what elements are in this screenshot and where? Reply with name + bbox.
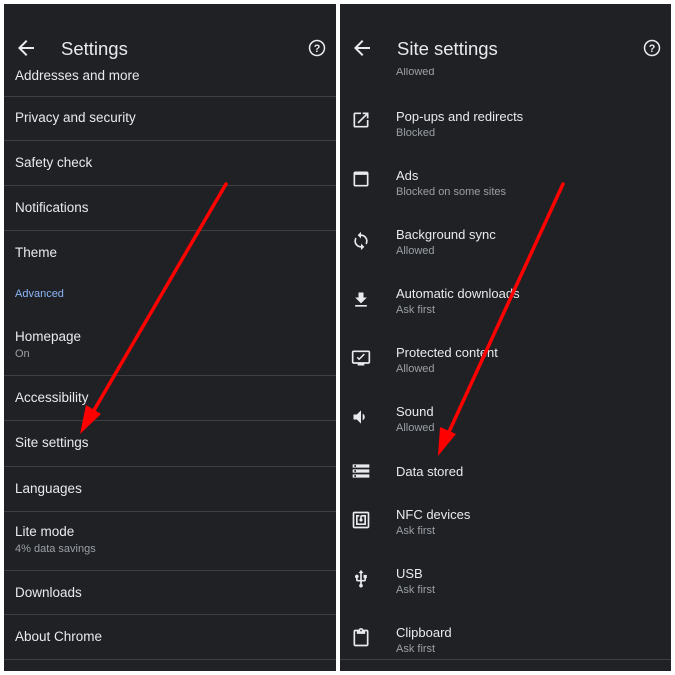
- site-setting-label: USB: [396, 566, 423, 581]
- page-title: Site settings: [397, 38, 498, 59]
- site-setting-usb[interactable]: USB Ask first: [340, 553, 671, 612]
- back-arrow-icon[interactable]: [14, 36, 38, 60]
- site-setting-subtitle: Ask first: [396, 584, 436, 596]
- svg-text:?: ?: [314, 43, 321, 55]
- settings-item-label: Lite mode: [15, 524, 75, 539]
- section-header-label: Advanced: [15, 288, 64, 300]
- site-setting-subtitle: Ask first: [396, 304, 436, 316]
- section-header-advanced: Advanced: [4, 282, 336, 306]
- settings-item-safety-check[interactable]: Safety check: [4, 141, 336, 185]
- site-setting-background-sync[interactable]: Background sync Allowed: [340, 214, 671, 273]
- site-setting-label: Data stored: [396, 464, 464, 479]
- app-bar: Settings ?: [4, 4, 336, 68]
- settings-item-subtitle: 4% data savings: [15, 543, 96, 555]
- site-setting-label: Pop-ups and redirects: [396, 109, 524, 124]
- site-setting-label: Ads: [396, 168, 419, 183]
- site-setting-nfc-devices[interactable]: NFC devices Ask first: [340, 494, 671, 553]
- clipboard-icon: [353, 628, 369, 647]
- site-setting-label: Sound: [396, 404, 434, 419]
- nfc-icon: [352, 511, 370, 529]
- ads-window-icon: [353, 171, 369, 187]
- settings-item-privacy[interactable]: Privacy and security: [4, 97, 336, 140]
- site-settings-screen: Site settings ? Allowed Pop-ups and redi…: [340, 4, 671, 671]
- site-setting-automatic-downloads[interactable]: Automatic downloads Ask first: [340, 273, 671, 332]
- settings-item-label: Languages: [15, 481, 82, 496]
- settings-item-label: Site settings: [15, 435, 89, 450]
- settings-item-label: Privacy and security: [15, 110, 136, 125]
- site-setting-popups[interactable]: Pop-ups and redirects Blocked: [340, 96, 671, 155]
- settings-item-label: Homepage: [15, 329, 82, 344]
- site-setting-subtitle: Ask first: [396, 525, 436, 537]
- site-setting-protected-content[interactable]: Protected content Allowed: [340, 332, 671, 391]
- site-setting-ads[interactable]: Ads Blocked on some sites: [340, 155, 671, 214]
- settings-screen: Settings ? Addresses and more Privacy an…: [4, 4, 336, 671]
- settings-item-label: Accessibility: [15, 390, 89, 405]
- settings-item-downloads[interactable]: Downloads: [4, 571, 336, 614]
- download-icon: [355, 292, 367, 307]
- help-icon[interactable]: ?: [308, 39, 326, 57]
- app-bar: Site settings ?: [340, 4, 671, 68]
- site-setting-subtitle: Blocked: [396, 127, 436, 139]
- settings-item-accessibility[interactable]: Accessibility: [4, 376, 336, 420]
- site-setting-data-stored[interactable]: Data stored: [340, 450, 671, 494]
- site-setting-subtitle: Allowed: [396, 422, 435, 434]
- settings-item-languages[interactable]: Languages: [4, 467, 336, 511]
- settings-item-subtitle: On: [15, 348, 30, 360]
- volume-icon: [353, 410, 365, 424]
- settings-item-label: Downloads: [15, 585, 82, 600]
- settings-item-about-chrome[interactable]: About Chrome: [4, 615, 336, 659]
- storage-icon: [352, 464, 370, 478]
- settings-item-label: Theme: [15, 245, 58, 260]
- settings-item-label: Safety check: [15, 155, 93, 170]
- svg-text:?: ?: [649, 43, 656, 55]
- site-setting-label: NFC devices: [396, 507, 471, 522]
- settings-item-label: About Chrome: [15, 629, 103, 644]
- page-title: Settings: [61, 38, 128, 59]
- open-in-new-icon: [353, 112, 369, 128]
- site-setting-subtitle: Blocked on some sites: [396, 186, 507, 198]
- settings-item-lite-mode[interactable]: Lite mode 4% data savings: [4, 512, 336, 570]
- settings-item-site-settings[interactable]: Site settings: [4, 421, 336, 466]
- settings-item-label: Addresses and more: [15, 68, 140, 83]
- site-setting-subtitle: Allowed: [396, 245, 435, 257]
- site-setting-label: Automatic downloads: [396, 286, 520, 301]
- site-setting-subtitle: Ask first: [396, 643, 436, 655]
- sync-icon: [354, 231, 368, 251]
- settings-item-label: Notifications: [15, 200, 89, 215]
- divider: [340, 659, 671, 660]
- back-arrow-icon[interactable]: [350, 36, 374, 60]
- settings-item-theme[interactable]: Theme: [4, 231, 336, 275]
- site-setting-subtitle: Allowed: [396, 363, 435, 375]
- divider: [4, 659, 336, 660]
- usb-icon: [355, 569, 367, 588]
- settings-item-notifications[interactable]: Notifications: [4, 186, 336, 230]
- settings-item-homepage[interactable]: Homepage On: [4, 317, 336, 375]
- site-setting-sound[interactable]: Sound Allowed: [340, 391, 671, 450]
- protected-content-icon: [351, 350, 371, 366]
- site-setting-label: Background sync: [396, 227, 496, 242]
- help-icon[interactable]: ?: [643, 39, 661, 57]
- site-setting-label: Protected content: [396, 345, 498, 360]
- site-setting-label: Clipboard: [396, 625, 452, 640]
